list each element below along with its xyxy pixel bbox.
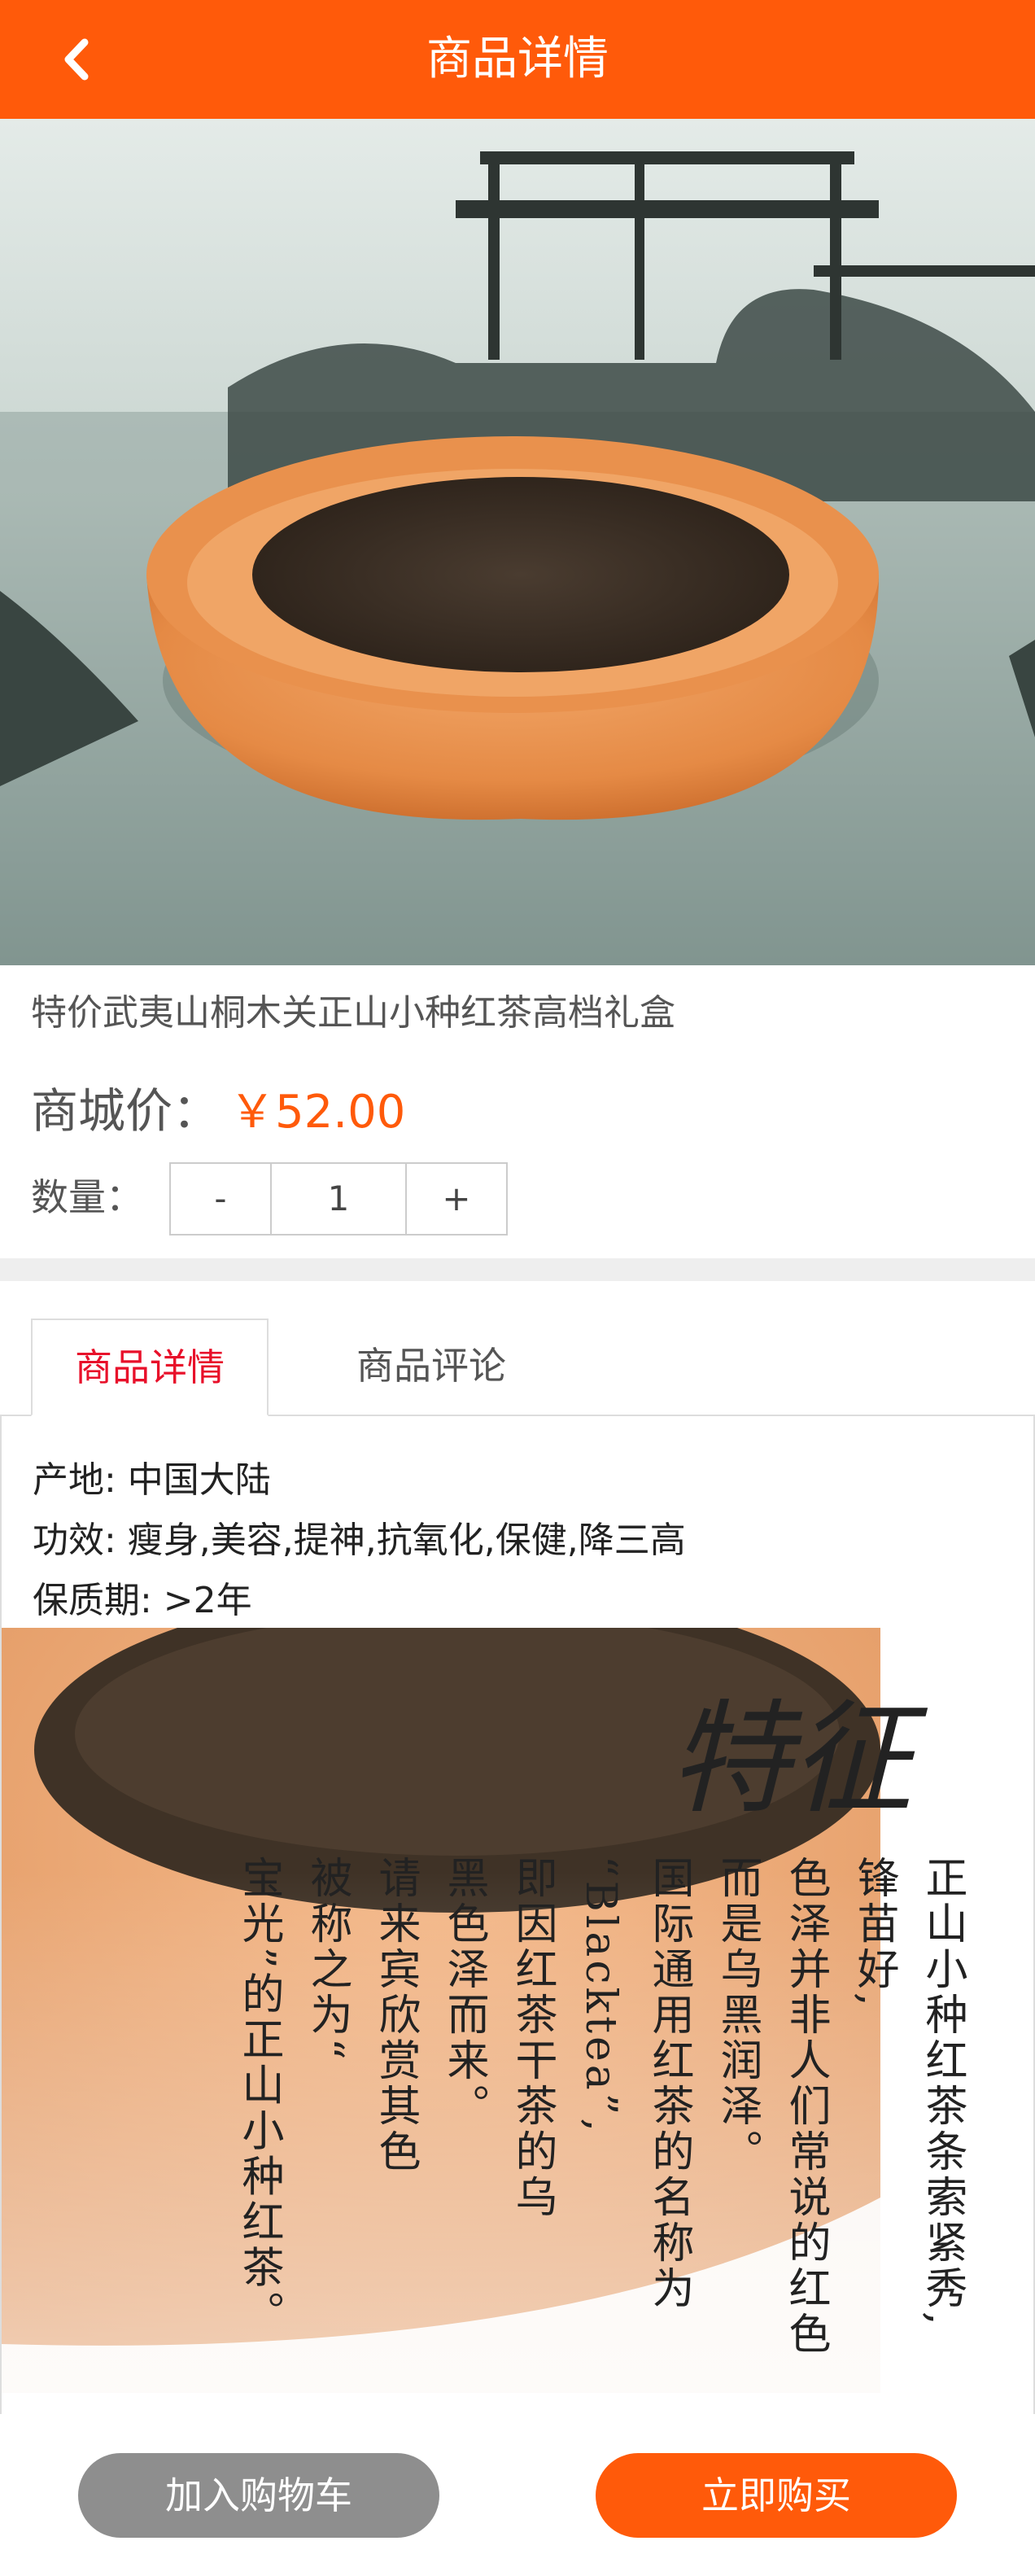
price-label: 商城价：	[31, 1083, 221, 1139]
detail-text-column: 而是乌黑润泽。	[713, 1856, 762, 2175]
spec-origin: 产地: 中国大陆	[33, 1459, 271, 1501]
detail-text-column: 国际通用红茶的名称为	[644, 1856, 693, 2311]
product-title: 特价武夷山桐木关正山小种红茶高档礼盒	[31, 992, 675, 1034]
price-row: 商城价： ￥52.00	[31, 1073, 405, 1141]
detail-text-column: 色泽并非人们常说的红色	[781, 1856, 830, 2357]
buy-now-button[interactable]: 立即购买	[596, 2453, 957, 2538]
detail-text-column: 即因红茶干茶的乌	[508, 1856, 557, 2220]
detail-tabs: 商品详情 商品评论	[0, 1319, 1035, 1416]
increase-button[interactable]: +	[407, 1164, 506, 1234]
detail-text-column: 锋苗好,	[849, 1856, 898, 2010]
product-image-carousel[interactable]	[0, 119, 1035, 965]
detail-text-column: 请来宾欣赏其色	[371, 1856, 420, 2175]
detail-text-column: 黑色泽而来。	[439, 1856, 488, 2129]
detail-text-column: “Blacktea”,	[576, 1856, 625, 2135]
quantity-stepper: - 1 +	[169, 1162, 508, 1236]
tea-bowl-image	[0, 119, 1035, 965]
spec-effects: 功效: 瘦身,美容,提神,抗氧化,保健,降三高	[33, 1520, 686, 1561]
quantity-input[interactable]: 1	[270, 1164, 407, 1234]
tab-product-details[interactable]: 商品详情	[31, 1319, 269, 1416]
add-to-cart-button[interactable]: 加入购物车	[78, 2453, 439, 2538]
top-bar: 商品详情	[0, 0, 1035, 119]
detail-image: 特征 正山小种红茶条索紧秀, 锋苗好, 色泽并非人们常说的红色 而是乌黑润泽。 …	[2, 1628, 1030, 2393]
quantity-label: 数量：	[31, 1175, 143, 1219]
calligraphy-title: 特征	[669, 1689, 914, 1830]
detail-text-column: 宝光”的正山小种红茶。	[234, 1856, 283, 2337]
page-title: 商品详情	[426, 33, 609, 85]
detail-text-column: 被称之为“	[303, 1856, 352, 2063]
spec-shelf-life: 保质期: >2年	[33, 1580, 252, 1621]
section-divider	[0, 1258, 1035, 1281]
tab-product-reviews[interactable]: 商品评论	[309, 1319, 553, 1416]
price-value: ￥52.00	[229, 1086, 406, 1139]
decrease-button[interactable]: -	[171, 1164, 270, 1234]
detail-text-column: 正山小种红茶条索紧秀,	[918, 1856, 967, 2329]
bottom-action-bar: 加入购物车 立即购买	[0, 2414, 1035, 2576]
